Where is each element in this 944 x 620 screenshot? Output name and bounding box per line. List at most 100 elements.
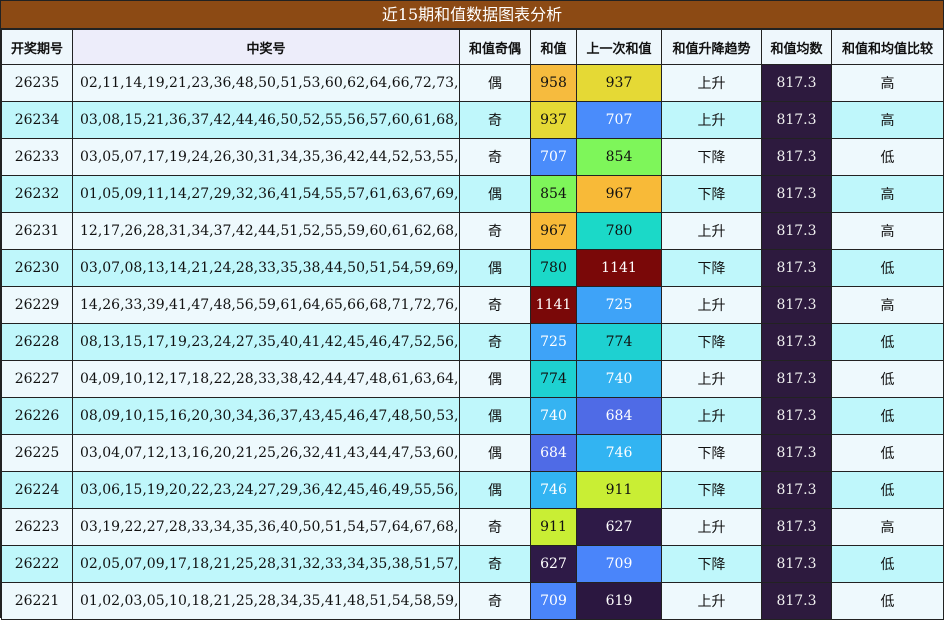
cell-trend: 下降 <box>661 471 762 509</box>
cell-prev-sum: 740 <box>576 360 662 398</box>
cell-parity: 奇 <box>459 138 531 176</box>
cell-average: 817.3 <box>761 323 832 361</box>
cell-average: 817.3 <box>761 138 832 176</box>
cell-compare: 高 <box>831 64 944 102</box>
cell-average: 817.3 <box>761 101 832 139</box>
cell-trend: 上升 <box>661 397 762 435</box>
cell-trend: 上升 <box>661 286 762 324</box>
cell-numbers: 03,06,15,19,20,22,23,24,27,29,36,42,45,4… <box>72 471 460 509</box>
header-prev-sum: 上一次和值 <box>576 29 662 65</box>
cell-period: 26223 <box>1 508 73 546</box>
cell-period: 26226 <box>1 397 73 435</box>
cell-compare: 低 <box>831 434 944 472</box>
table-row: 26228 08,13,15,17,19,23,24,27,35,40,41,42… <box>1 323 944 361</box>
cell-trend: 下降 <box>661 434 762 472</box>
cell-prev-sum: 725 <box>576 286 662 324</box>
table-row: 26234 03,08,15,21,36,37,42,44,46,50,52,55… <box>1 101 944 139</box>
cell-numbers: 01,05,09,11,14,27,29,32,36,41,54,55,57,6… <box>72 175 460 213</box>
cell-period: 26232 <box>1 175 73 213</box>
cell-numbers: 04,09,10,12,17,18,22,28,33,38,42,44,47,4… <box>72 360 460 398</box>
cell-compare: 低 <box>831 397 944 435</box>
cell-prev-sum: 709 <box>576 545 662 583</box>
cell-prev-sum: 937 <box>576 64 662 102</box>
cell-sum: 967 <box>530 212 577 250</box>
cell-numbers: 03,04,07,12,13,16,20,21,25,26,32,41,43,4… <box>72 434 460 472</box>
cell-parity: 奇 <box>459 101 531 139</box>
cell-prev-sum: 774 <box>576 323 662 361</box>
cell-parity: 奇 <box>459 323 531 361</box>
header-compare: 和值和均值比较 <box>831 29 944 65</box>
cell-period: 26235 <box>1 64 73 102</box>
cell-prev-sum: 780 <box>576 212 662 250</box>
cell-compare: 高 <box>831 175 944 213</box>
cell-period: 26221 <box>1 582 73 620</box>
cell-sum: 740 <box>530 397 577 435</box>
cell-parity: 奇 <box>459 582 531 620</box>
cell-numbers: 03,19,22,27,28,33,34,35,36,40,50,51,54,5… <box>72 508 460 546</box>
cell-numbers: 08,09,10,15,16,20,30,34,36,37,43,45,46,4… <box>72 397 460 435</box>
cell-sum: 780 <box>530 249 577 287</box>
table-row: 26229 14,26,33,39,41,47,48,56,59,61,64,65… <box>1 286 944 324</box>
chart-title: 近15期和值数据图表分析 <box>1 1 943 29</box>
cell-parity: 奇 <box>459 212 531 250</box>
cell-numbers: 08,13,15,17,19,23,24,27,35,40,41,42,45,4… <box>72 323 460 361</box>
cell-compare: 高 <box>831 508 944 546</box>
cell-prev-sum: 1141 <box>576 249 662 287</box>
cell-sum: 937 <box>530 101 577 139</box>
cell-compare: 高 <box>831 212 944 250</box>
table-row: 26222 02,05,07,09,17,18,21,25,28,31,32,33… <box>1 545 944 583</box>
cell-numbers: 02,11,14,19,21,23,36,48,50,51,53,60,62,6… <box>72 64 460 102</box>
cell-average: 817.3 <box>761 397 832 435</box>
cell-parity: 偶 <box>459 360 531 398</box>
cell-compare: 高 <box>831 286 944 324</box>
cell-sum: 1141 <box>530 286 577 324</box>
cell-average: 817.3 <box>761 212 832 250</box>
cell-numbers: 01,02,03,05,10,18,21,25,28,34,35,41,48,5… <box>72 582 460 620</box>
cell-sum: 854 <box>530 175 577 213</box>
cell-trend: 上升 <box>661 101 762 139</box>
cell-trend: 上升 <box>661 360 762 398</box>
table-row: 26233 03,05,07,17,19,24,26,30,31,34,35,36… <box>1 138 944 176</box>
cell-sum: 709 <box>530 582 577 620</box>
cell-parity: 偶 <box>459 175 531 213</box>
cell-compare: 低 <box>831 582 944 620</box>
cell-sum: 707 <box>530 138 577 176</box>
cell-average: 817.3 <box>761 249 832 287</box>
cell-parity: 偶 <box>459 434 531 472</box>
sum-analysis-table: 开奖期号 中奖号 和值奇偶 和值 上一次和值 和值升降趋势 和值均数 和值和均值… <box>1 29 944 620</box>
cell-sum: 684 <box>530 434 577 472</box>
cell-average: 817.3 <box>761 582 832 620</box>
cell-period: 26233 <box>1 138 73 176</box>
cell-sum: 725 <box>530 323 577 361</box>
cell-period: 26228 <box>1 323 73 361</box>
cell-sum: 958 <box>530 64 577 102</box>
table-row: 26223 03,19,22,27,28,33,34,35,36,40,50,51… <box>1 508 944 546</box>
cell-prev-sum: 707 <box>576 101 662 139</box>
header-period: 开奖期号 <box>1 29 73 65</box>
cell-trend: 上升 <box>661 508 762 546</box>
cell-period: 26231 <box>1 212 73 250</box>
table-row: 26221 01,02,03,05,10,18,21,25,28,34,35,41… <box>1 582 944 620</box>
chart-container: 近15期和值数据图表分析 开奖期号 中奖号 和值奇偶 和值 上一次和值 和值升降… <box>0 0 944 620</box>
cell-average: 817.3 <box>761 471 832 509</box>
cell-numbers: 03,05,07,17,19,24,26,30,31,34,35,36,42,4… <box>72 138 460 176</box>
table-row: 26226 08,09,10,15,16,20,30,34,36,37,43,45… <box>1 397 944 435</box>
cell-prev-sum: 684 <box>576 397 662 435</box>
cell-trend: 上升 <box>661 212 762 250</box>
cell-prev-sum: 746 <box>576 434 662 472</box>
header-trend: 和值升降趋势 <box>661 29 762 65</box>
cell-sum: 746 <box>530 471 577 509</box>
cell-sum: 627 <box>530 545 577 583</box>
cell-period: 26225 <box>1 434 73 472</box>
cell-prev-sum: 619 <box>576 582 662 620</box>
cell-compare: 低 <box>831 323 944 361</box>
cell-average: 817.3 <box>761 64 832 102</box>
header-row: 开奖期号 中奖号 和值奇偶 和值 上一次和值 和值升降趋势 和值均数 和值和均值… <box>1 29 944 65</box>
cell-parity: 奇 <box>459 286 531 324</box>
cell-average: 817.3 <box>761 360 832 398</box>
cell-average: 817.3 <box>761 545 832 583</box>
cell-trend: 下降 <box>661 175 762 213</box>
cell-period: 26227 <box>1 360 73 398</box>
cell-compare: 低 <box>831 249 944 287</box>
cell-numbers: 03,07,08,13,14,21,24,28,33,35,38,44,50,5… <box>72 249 460 287</box>
